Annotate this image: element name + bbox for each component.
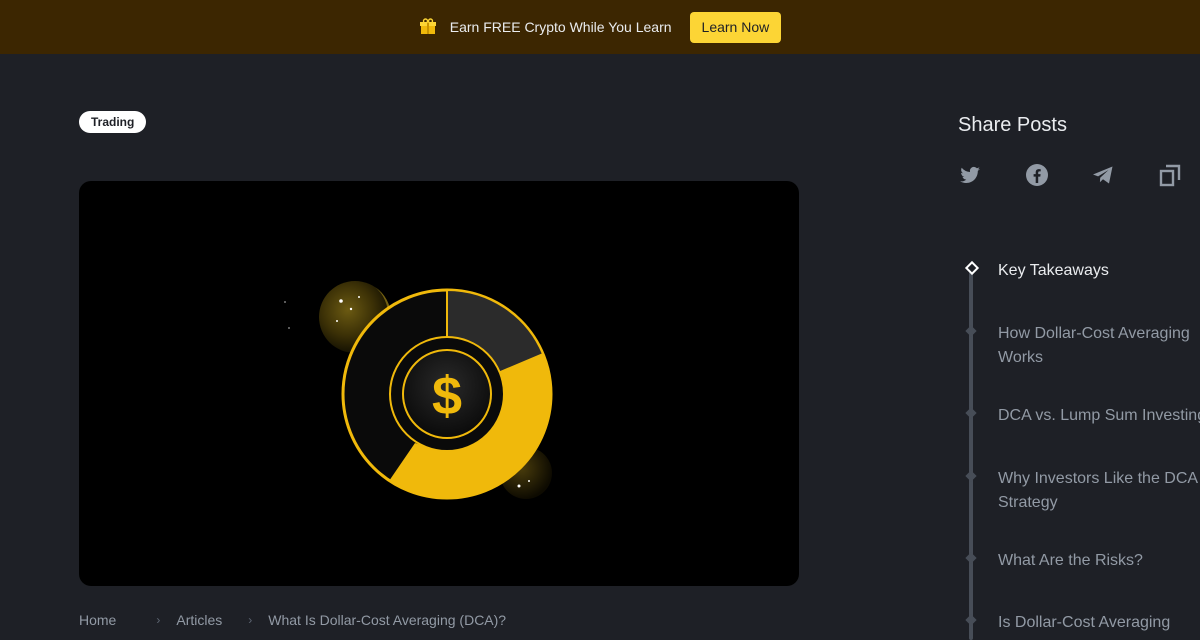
breadcrumb-home[interactable]: Home [79, 612, 116, 628]
chevron-right-icon: › [156, 613, 161, 627]
toc-item-dca-vs-lump-sum[interactable]: DCA vs. Lump Sum Investing [998, 404, 1200, 428]
breadcrumb-articles[interactable]: Articles [176, 612, 222, 628]
toc-marker-icon [965, 325, 977, 337]
share-posts-title: Share Posts [958, 114, 1067, 136]
dollar-symbol: $ [432, 366, 462, 426]
toc-active-marker-icon [964, 260, 980, 276]
toc-item-is-dca[interactable]: Is Dollar-Cost Averaging [998, 611, 1200, 635]
toc-item-risks[interactable]: What Are the Risks? [998, 549, 1200, 573]
toc-marker-icon [965, 614, 977, 626]
toc-item-why-investors-like-dca[interactable]: Why Investors Like the DCA Strategy [998, 467, 1200, 515]
toc-item-how-dca-works[interactable]: How Dollar-Cost Averaging Works [998, 322, 1200, 370]
hero-image: $ [79, 181, 799, 586]
chevron-right-icon: › [248, 613, 253, 627]
toc-item-key-takeaways[interactable]: Key Takeaways [998, 259, 1200, 283]
toc-marker-icon [965, 470, 977, 482]
breadcrumb-current: What Is Dollar-Cost Averaging (DCA)? [268, 612, 507, 628]
category-tag[interactable]: Trading [79, 111, 147, 133]
copy-link-icon[interactable] [1158, 163, 1182, 187]
dollar-donut-chart-illustration: $ [284, 281, 553, 500]
toc-marker-icon [965, 407, 977, 419]
breadcrumb: Home › Articles › What Is Dollar-Cost Av… [79, 612, 506, 628]
gift-icon [419, 18, 437, 36]
promo-text: Earn FREE Crypto While You Learn [449, 19, 672, 35]
toc-marker-icon [965, 552, 977, 564]
learn-now-button[interactable]: Learn Now [689, 11, 782, 43]
telegram-icon[interactable] [1091, 163, 1115, 187]
twitter-icon[interactable] [958, 163, 982, 187]
promo-banner: Earn FREE Crypto While You Learn Learn N… [0, 0, 1200, 54]
facebook-icon[interactable] [1025, 163, 1049, 187]
